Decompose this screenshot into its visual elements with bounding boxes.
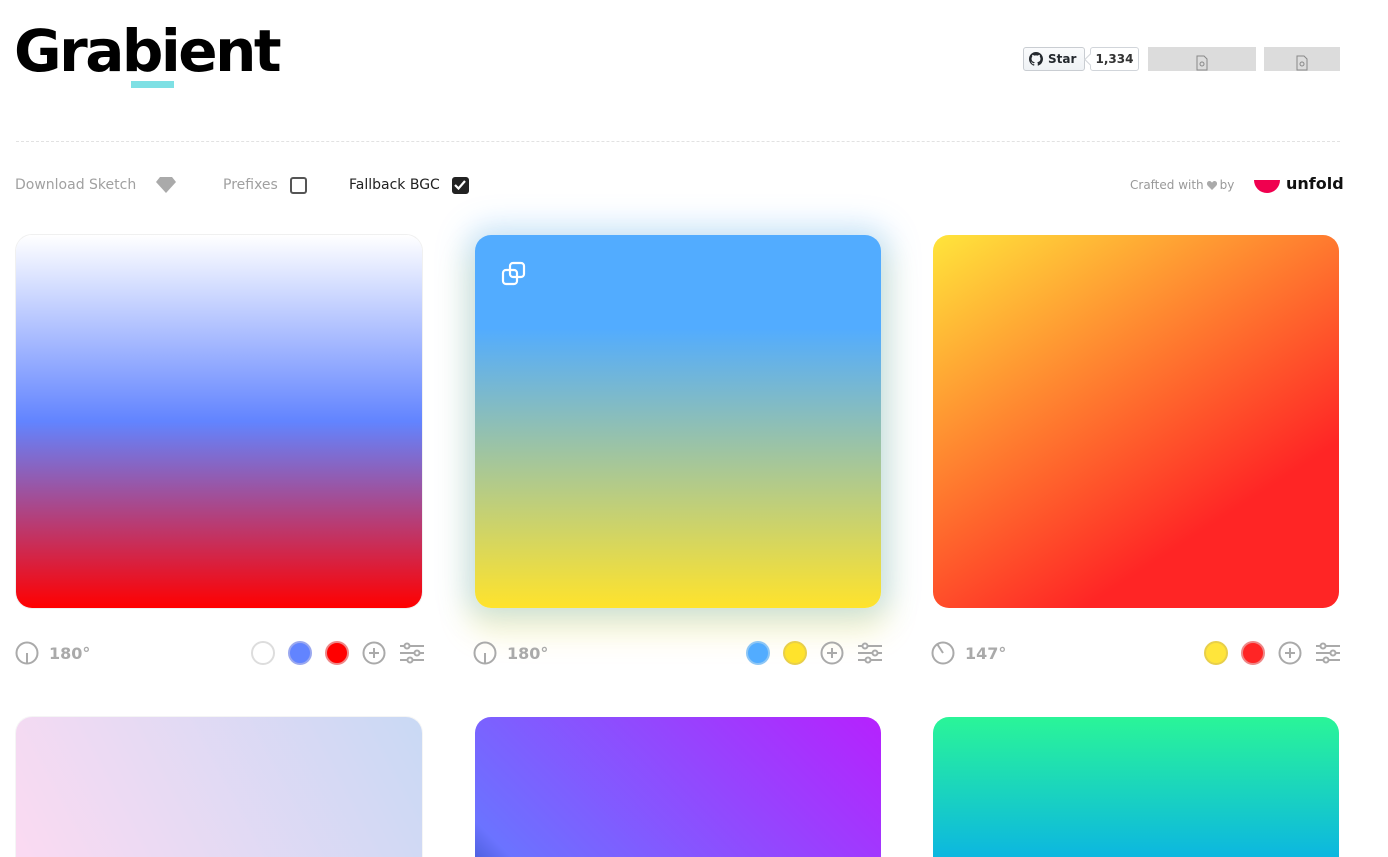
fallback-bgc-toggle[interactable]: Fallback BGC bbox=[349, 175, 469, 195]
color-stops bbox=[251, 641, 425, 665]
prefixes-checkbox[interactable] bbox=[289, 176, 307, 194]
sliders-icon[interactable] bbox=[399, 642, 425, 664]
add-stop-icon[interactable] bbox=[820, 641, 844, 665]
color-stops bbox=[746, 641, 883, 665]
github-star-count[interactable]: 1,334 bbox=[1090, 47, 1139, 71]
logo[interactable]: Grabient bbox=[14, 18, 282, 84]
color-stop[interactable] bbox=[1204, 641, 1228, 665]
angle-control[interactable]: 147° bbox=[931, 641, 1006, 665]
fallback-bgc-label: Fallback BGC bbox=[349, 177, 440, 193]
checkmark-icon bbox=[454, 180, 467, 190]
crafted-by-label: by bbox=[1219, 178, 1235, 192]
crafted-credit: Crafted with by bbox=[1130, 176, 1234, 194]
unfold-brand-link[interactable]: unfold bbox=[1254, 171, 1344, 195]
copy-icon[interactable] bbox=[501, 261, 527, 287]
angle-dial-icon bbox=[931, 641, 955, 665]
color-stop[interactable] bbox=[251, 641, 275, 665]
heart-icon bbox=[1206, 180, 1217, 190]
angle-value: 180° bbox=[49, 643, 91, 663]
add-stop-icon[interactable] bbox=[1278, 641, 1302, 665]
color-stop[interactable] bbox=[746, 641, 770, 665]
share-widget-placeholder-2[interactable] bbox=[1264, 47, 1340, 71]
sliders-icon[interactable] bbox=[857, 642, 883, 664]
angle-control[interactable]: 180° bbox=[15, 641, 90, 665]
unfold-logo-icon bbox=[1254, 179, 1280, 193]
prefixes-toggle[interactable]: Prefixes bbox=[223, 175, 307, 195]
broken-image-icon bbox=[1196, 55, 1208, 71]
gradient-controls: 180° bbox=[473, 639, 883, 667]
broken-image-icon bbox=[1296, 55, 1308, 71]
header-divider bbox=[16, 141, 1340, 142]
gradient-card[interactable] bbox=[933, 717, 1339, 857]
angle-value: 147° bbox=[965, 643, 1007, 663]
logo-underline bbox=[131, 81, 174, 88]
unfold-brand-name: unfold bbox=[1286, 173, 1344, 193]
download-sketch-link[interactable]: Download Sketch bbox=[15, 175, 177, 195]
color-stop[interactable] bbox=[325, 641, 349, 665]
angle-control[interactable]: 180° bbox=[473, 641, 548, 665]
gradient-card[interactable] bbox=[475, 717, 881, 857]
gradient-card[interactable] bbox=[933, 235, 1339, 608]
sliders-icon[interactable] bbox=[1315, 642, 1341, 664]
gradient-card[interactable] bbox=[475, 235, 881, 608]
github-icon bbox=[1029, 52, 1043, 66]
color-stops bbox=[1204, 641, 1341, 665]
gradient-card[interactable] bbox=[16, 717, 422, 857]
color-stop[interactable] bbox=[783, 641, 807, 665]
gradient-controls: 180° bbox=[15, 639, 425, 667]
gradient-card[interactable] bbox=[16, 235, 422, 608]
angle-dial-icon bbox=[15, 641, 39, 665]
share-widget-placeholder[interactable] bbox=[1148, 47, 1256, 71]
github-star-button[interactable]: Star bbox=[1023, 47, 1085, 71]
angle-value: 180° bbox=[507, 643, 549, 663]
gradient-controls: 147° bbox=[931, 639, 1341, 667]
fallback-bgc-checkbox[interactable] bbox=[451, 176, 469, 194]
prefixes-label: Prefixes bbox=[223, 177, 278, 193]
github-star-label: Star bbox=[1048, 52, 1077, 66]
diamond-icon bbox=[156, 177, 177, 193]
add-stop-icon[interactable] bbox=[362, 641, 386, 665]
download-sketch-label: Download Sketch bbox=[15, 177, 137, 193]
color-stop[interactable] bbox=[1241, 641, 1265, 665]
crafted-with-label: Crafted with bbox=[1130, 178, 1204, 192]
angle-dial-icon bbox=[473, 641, 497, 665]
color-stop[interactable] bbox=[288, 641, 312, 665]
